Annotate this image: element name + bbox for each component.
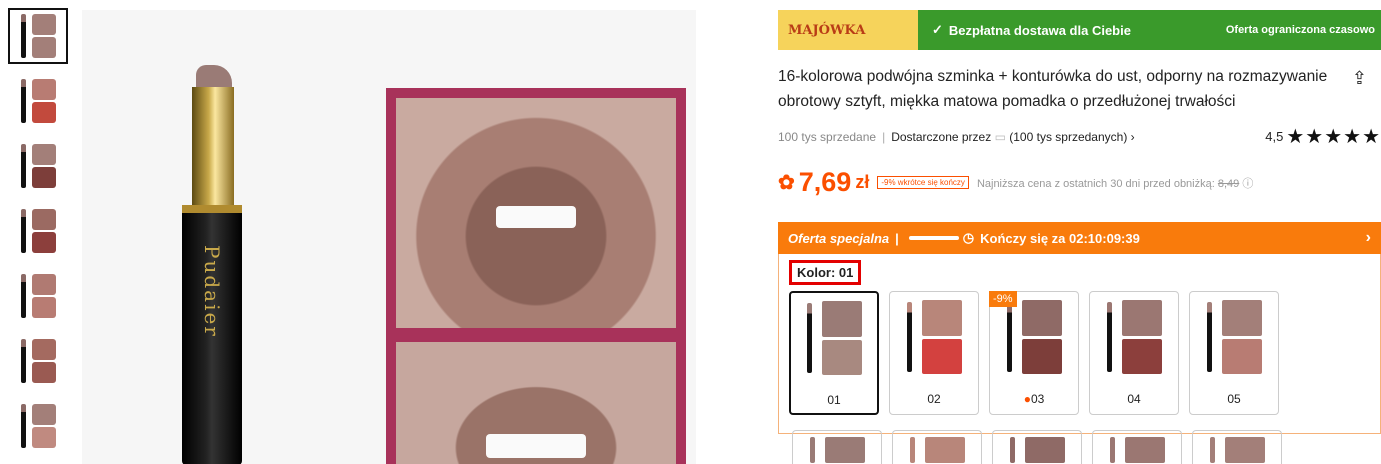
price-row: ✿ 7,69 zł -9% wkrótce się kończy Najniższ… bbox=[778, 167, 1381, 198]
thumbnail[interactable] bbox=[8, 73, 68, 129]
price: ✿ 7,69 zł bbox=[778, 167, 870, 197]
price-tag-icon: ✿ bbox=[778, 172, 795, 194]
chevron-right-icon[interactable]: › bbox=[1366, 229, 1371, 247]
color-swatches-row2 bbox=[792, 430, 1282, 464]
sold-count: 100 tys sprzedane bbox=[778, 129, 877, 144]
swatch-label: 04 bbox=[1127, 392, 1141, 406]
variant-panel: Kolor: 01 01 02 ●03 -9% 04 05 bbox=[778, 254, 1381, 434]
promo-banner: MAJÓWKA ✓ Bezpłatna dostawa dla Ciebie O… bbox=[778, 10, 1381, 50]
thumbnail[interactable] bbox=[8, 333, 68, 389]
color-swatches: 01 02 ●03 -9% 04 05 bbox=[789, 291, 1370, 415]
timer-bar bbox=[908, 236, 959, 240]
color-swatch[interactable]: 05 bbox=[1189, 291, 1279, 415]
lipstick-image: Pudaier bbox=[182, 65, 242, 464]
color-swatch[interactable] bbox=[1192, 430, 1282, 464]
rating-value: 4,5 bbox=[1265, 129, 1284, 144]
thumbnail[interactable] bbox=[8, 398, 68, 454]
color-swatch[interactable]: ●03 -9% bbox=[989, 291, 1079, 415]
special-offer-bar[interactable]: Oferta specjalna | ◷ Kończy się za 02:10… bbox=[778, 222, 1381, 254]
thumbnail[interactable] bbox=[8, 138, 68, 194]
color-swatch[interactable] bbox=[892, 430, 982, 464]
brand-logo: Pudaier bbox=[200, 245, 224, 338]
product-panel: MAJÓWKA ✓ Bezpłatna dostawa dla Ciebie O… bbox=[778, 10, 1381, 434]
seller-link[interactable]: Dostarczone przez ▭ (100 tys sprzedanych… bbox=[891, 130, 1134, 144]
stars-icon: ★★★★★ bbox=[1286, 126, 1381, 148]
product-meta: 100 tys sprzedane | Dostarczone przez ▭ … bbox=[778, 124, 1381, 149]
swatch-label: 05 bbox=[1227, 392, 1241, 406]
discount-tag: -9% wkrótce się kończy bbox=[877, 176, 969, 189]
limited-offer-text: Oferta ograniczona czasowo bbox=[1225, 24, 1375, 36]
swatch-label: ●03 bbox=[1023, 392, 1045, 406]
lips-image bbox=[396, 98, 676, 328]
swatch-label: 02 bbox=[927, 392, 941, 406]
color-swatch[interactable] bbox=[1092, 430, 1182, 464]
free-delivery-text: Bezpłatna dostawa dla Ciebie bbox=[948, 22, 1131, 38]
clock-icon: ◷ bbox=[962, 230, 975, 245]
color-swatch[interactable]: 01 bbox=[789, 291, 879, 415]
share-icon[interactable]: ⇪ bbox=[1352, 68, 1367, 89]
product-title: 16-kolorowa podwójna szminka + konturówk… bbox=[778, 68, 1328, 110]
color-swatch[interactable]: 02 bbox=[889, 291, 979, 415]
thumbnail[interactable] bbox=[8, 268, 68, 324]
countdown: Kończy się za 02:10:09:39 bbox=[980, 230, 1140, 246]
swatch-label: 01 bbox=[827, 393, 841, 407]
lowest-price-note: Najniższa cena z ostatnich 30 dni przed … bbox=[976, 177, 1254, 190]
main-product-image[interactable]: Pudaier bbox=[82, 10, 696, 464]
drop-icon: ● bbox=[1023, 392, 1031, 406]
majowka-badge: MAJÓWKA bbox=[778, 10, 918, 50]
thumbnail[interactable] bbox=[8, 8, 68, 64]
color-swatch[interactable]: 04 bbox=[1089, 291, 1179, 415]
check-icon: ✓ bbox=[932, 22, 943, 37]
rating[interactable]: 4,5 ★★★★★ bbox=[1265, 124, 1381, 149]
lips-image bbox=[396, 342, 676, 464]
color-swatch[interactable] bbox=[792, 430, 882, 464]
color-swatch[interactable] bbox=[992, 430, 1082, 464]
thumbnail[interactable] bbox=[8, 203, 68, 259]
selected-color-label: Kolor: 01 bbox=[789, 260, 862, 285]
discount-badge: -9% bbox=[989, 291, 1017, 307]
info-icon: ⓘ bbox=[1242, 177, 1254, 190]
thumbnail-list bbox=[8, 8, 70, 463]
